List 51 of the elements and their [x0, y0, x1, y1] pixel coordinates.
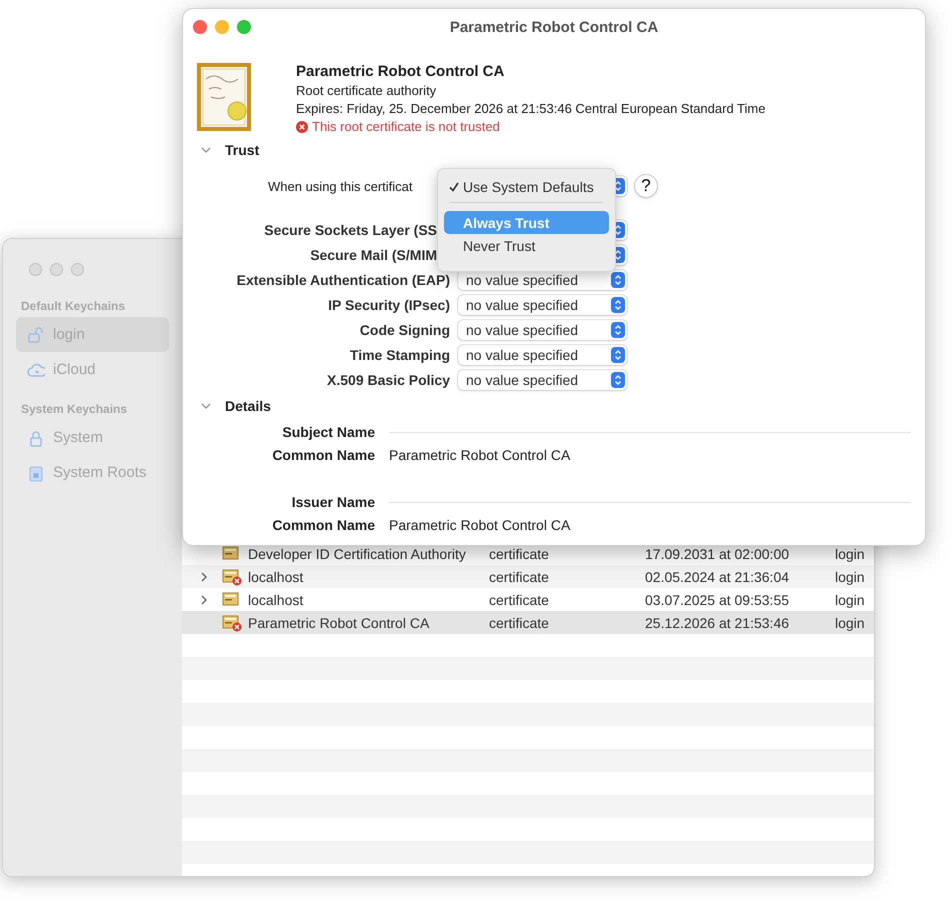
- field-label: When using this certificat: [268, 178, 414, 194]
- table-cell-text: certificate: [489, 614, 550, 630]
- table-cell-text: certificate: [489, 546, 550, 562]
- table-cell-text: login: [835, 614, 866, 630]
- certificate-type: Root certificate authority: [296, 83, 438, 98]
- section-heading: Details: [225, 398, 271, 414]
- table-cell-text: localhost: [248, 568, 304, 584]
- field-value: Parametric Robot Control CA: [389, 517, 572, 533]
- field-label: IP Security (IPsec): [328, 297, 450, 313]
- table-cell-text: login: [835, 546, 866, 562]
- popup-button[interactable]: no value specified: [458, 320, 627, 340]
- field-label: Common Name: [272, 517, 375, 533]
- field-label: X.509 Basic Policy: [327, 372, 450, 388]
- table-row[interactable]: Developer ID Certification Authority certificate 17.09.2031 at 02:00:00 login: [182, 542, 874, 565]
- table-cell-text: login: [835, 592, 866, 608]
- table-cell-text: localhost: [248, 592, 304, 608]
- group-heading: Issuer Name: [292, 494, 375, 510]
- section-heading: System Keychains: [20, 402, 128, 416]
- field-label: Secure Sockets Layer (SS: [264, 222, 437, 238]
- field-label: Extensible Authentication (EAP): [236, 272, 450, 288]
- section-heading: Default Keychains: [20, 299, 126, 313]
- table-cell-text: Parametric Robot Control CA: [248, 614, 430, 630]
- window-title: Parametric Robot Control CA: [450, 18, 658, 36]
- table-row[interactable]: localhost certificate 03.07.2025 at 09:53:55 login: [182, 588, 874, 611]
- section-heading: Trust: [225, 142, 260, 158]
- table-cell-text: 17.09.2031 at 02:00:00: [645, 546, 790, 562]
- certificate-name: Parametric Robot Control CA: [296, 63, 506, 80]
- table-cell-text: login: [835, 568, 866, 584]
- group-heading: Subject Name: [282, 424, 375, 440]
- table-cell-text: 25.12.2026 at 21:53:46: [645, 614, 790, 630]
- popup-button[interactable]: no value specified: [458, 295, 627, 315]
- expiry-date: Expires: Friday, 25. December 2026 at 21:53:46 Central European Standard Time: [296, 101, 766, 116]
- menu-item[interactable]: Use System Defaults: [444, 175, 609, 198]
- popup-button[interactable]: no value specified: [458, 270, 627, 290]
- table-row[interactable]: Parametric Robot Control CA certificate 25.12.2026 at 21:53:46 login: [182, 611, 874, 634]
- help-button[interactable]: ?: [634, 174, 658, 198]
- field-label: Secure Mail (S/MIM: [310, 247, 437, 263]
- menu-item[interactable]: Never Trust: [444, 234, 609, 257]
- field-label: Code Signing: [360, 322, 450, 338]
- table-cell-text: certificate: [489, 592, 550, 608]
- table-cell-text: 02.05.2024 at 21:36:04: [645, 568, 790, 584]
- popup-button[interactable]: no value specified: [458, 370, 627, 390]
- field-value: Parametric Robot Control CA: [389, 447, 572, 463]
- field-label: Common Name: [272, 447, 375, 463]
- table-row[interactable]: localhost certificate 02.05.2024 at 21:36:04 login: [182, 565, 874, 588]
- table-cell-text: 03.07.2025 at 09:53:55: [645, 592, 790, 608]
- table-cell-text: certificate: [489, 568, 550, 584]
- warning-text: This root certificate is not trusted: [312, 119, 500, 134]
- table-cell-text: Developer ID Certification Authority: [248, 546, 467, 562]
- popup-button[interactable]: no value specified: [458, 345, 627, 365]
- field-label: Time Stamping: [350, 347, 450, 363]
